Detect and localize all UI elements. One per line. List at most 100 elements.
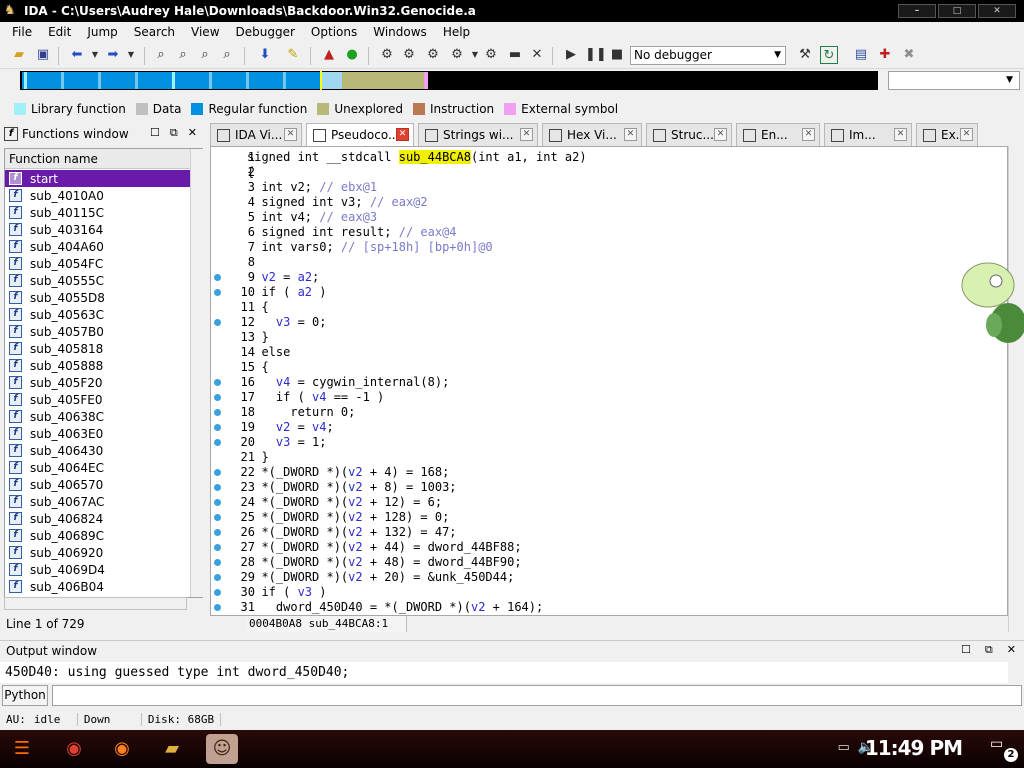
menu-options[interactable]: Options <box>303 25 365 39</box>
tab-enums[interactable]: En... ✕ <box>736 123 820 146</box>
function-name-column-header[interactable]: Function name <box>5 149 190 169</box>
play-icon[interactable]: ▶ <box>562 46 580 64</box>
close-tab-icon[interactable]: ✕ <box>396 128 409 141</box>
down-arrow-icon[interactable]: ⬇ <box>256 46 274 64</box>
chrome-icon[interactable]: ◉ <box>58 734 90 764</box>
code-line[interactable]: 14 else <box>211 345 1001 360</box>
code-line[interactable]: 3 int v2; // ebx@1 <box>211 180 1001 195</box>
text-search-icon[interactable]: ⌕ <box>174 46 192 64</box>
close-tab-icon[interactable]: ✕ <box>284 128 297 141</box>
maximize-button[interactable]: □ <box>938 4 976 18</box>
code-line[interactable]: 4 signed int v3; // eax@2 <box>211 195 1001 210</box>
code-line[interactable]: 25 *(_DWORD *)(v2 + 128) = 0; <box>211 510 1001 525</box>
breakpoint-dot-icon[interactable] <box>214 589 221 596</box>
ida-taskbar-icon[interactable]: ☺ <box>206 734 238 764</box>
menu-file[interactable]: File <box>4 25 40 39</box>
debugger-select[interactable]: No debugger ▼ <box>630 46 786 65</box>
function-list-item[interactable]: f sub_406824 <box>5 510 190 527</box>
function-list-item[interactable]: f sub_405888 <box>5 357 190 374</box>
functions-horizontal-scrollbar[interactable] <box>4 597 187 610</box>
navigation-band[interactable] <box>20 71 878 90</box>
back-arrow-icon[interactable]: ⬅ <box>68 46 86 64</box>
close-icon[interactable]: ✕ <box>188 126 197 140</box>
make-array-icon[interactable]: ⚙ <box>448 46 466 64</box>
notifications-icon[interactable]: ▭ 2 <box>990 736 1018 762</box>
menu-debugger[interactable]: Debugger <box>228 25 303 39</box>
function-list-item[interactable]: f sub_4067AC <box>5 493 190 510</box>
code-line[interactable]: 10 if ( a2 ) <box>211 285 1001 300</box>
function-list-item[interactable]: f sub_40115C <box>5 204 190 221</box>
code-line[interactable]: 8 <box>211 255 1001 270</box>
breakpoint-dot-icon[interactable] <box>214 604 221 611</box>
delete-icon[interactable]: ✕ <box>528 46 546 64</box>
breakpoint-dot-icon[interactable] <box>214 499 221 506</box>
function-list-item[interactable]: f sub_404A60 <box>5 238 190 255</box>
close-tab-icon[interactable]: ✕ <box>624 128 637 141</box>
code-line[interactable]: 30 if ( v3 ) <box>211 585 1001 600</box>
search-immediate-icon[interactable]: ⌕ <box>218 46 236 64</box>
code-line[interactable]: 2{ <box>211 165 1001 180</box>
make-struct-icon[interactable]: ⚙ <box>482 46 500 64</box>
breakpoint-dot-icon[interactable] <box>214 409 221 416</box>
menu-search[interactable]: Search <box>126 25 183 39</box>
function-list-item[interactable]: f sub_4010A0 <box>5 187 190 204</box>
save-icon[interactable]: ▣ <box>34 46 52 64</box>
pseudocode-view[interactable]: 1 signed int __stdcall sub_44BCA8(int a1,… <box>210 146 1008 616</box>
tab-pseudocode[interactable]: Pseudoco... ✕ <box>306 123 414 146</box>
tab-strings[interactable]: Strings wi... ✕ <box>418 123 538 146</box>
float-icon[interactable]: ⧉ <box>170 126 178 140</box>
breakpoint-dot-icon[interactable] <box>214 424 221 431</box>
breakpoint-dot-icon[interactable] <box>214 319 221 326</box>
menu-windows[interactable]: Windows <box>365 25 435 39</box>
restore-icon[interactable]: ☐ <box>961 643 971 657</box>
stop-icon[interactable]: ■ <box>608 46 626 64</box>
code-line[interactable]: 16 v4 = cygwin_internal(8); <box>211 375 1001 390</box>
function-list-item[interactable]: f sub_4064EC <box>5 459 190 476</box>
function-list-item[interactable]: f sub_4057B0 <box>5 323 190 340</box>
binary-search-icon[interactable]: ⌕ <box>152 46 170 64</box>
make-code-icon[interactable]: ⚙ <box>378 46 396 64</box>
code-line[interactable]: 18 return 0; <box>211 405 1001 420</box>
make-data-icon[interactable]: ⚙ <box>400 46 418 64</box>
close-tab-icon[interactable]: ✕ <box>520 128 533 141</box>
code-line[interactable]: 19 v2 = v4; <box>211 420 1001 435</box>
tab-exports[interactable]: Ex... ✕ <box>916 123 978 146</box>
function-list-item[interactable]: f sub_406570 <box>5 476 190 493</box>
delete-breakpoint-icon[interactable]: ✖ <box>900 46 918 64</box>
tab-ida-view[interactable]: IDA Vi... ✕ <box>210 123 302 146</box>
menu-jump[interactable]: Jump <box>79 25 125 39</box>
float-icon[interactable]: ⧉ <box>985 643 993 657</box>
function-list-item[interactable]: f sub_403164 <box>5 221 190 238</box>
breakpoint-dot-icon[interactable] <box>214 559 221 566</box>
breakpoint-dot-icon[interactable] <box>214 484 221 491</box>
tab-structures[interactable]: Struc... ✕ <box>646 123 732 146</box>
code-line[interactable]: 27 *(_DWORD *)(v2 + 44) = dword_44BF88; <box>211 540 1001 555</box>
menu-help[interactable]: Help <box>435 25 478 39</box>
breakpoint-dot-icon[interactable] <box>214 289 221 296</box>
pause-icon[interactable]: ❚❚ <box>585 46 607 64</box>
function-list-item[interactable]: f start <box>5 170 190 187</box>
forward-arrow-icon[interactable]: ➡ <box>104 46 122 64</box>
breakpoint-dot-icon[interactable] <box>214 544 221 551</box>
close-tab-icon[interactable]: ✕ <box>960 128 973 141</box>
close-tab-icon[interactable]: ✕ <box>802 128 815 141</box>
debugger-options-icon[interactable]: ⚒ <box>796 46 814 64</box>
function-list-item[interactable]: f sub_4055D8 <box>5 289 190 306</box>
breakpoint-dot-icon[interactable] <box>214 574 221 581</box>
close-tab-icon[interactable]: ✕ <box>714 128 727 141</box>
function-list-item[interactable]: f sub_4054FC <box>5 255 190 272</box>
firefox-icon[interactable]: ◉ <box>106 734 138 764</box>
code-line[interactable]: 13 } <box>211 330 1001 345</box>
breakpoint-dot-icon[interactable] <box>214 469 221 476</box>
function-list-item[interactable]: f sub_406920 <box>5 544 190 561</box>
code-line[interactable]: 17 if ( v4 == -1 ) <box>211 390 1001 405</box>
code-line[interactable]: 31 dword_450D40 = *(_DWORD *)(v2 + 164); <box>211 600 1001 615</box>
code-line[interactable]: 24 *(_DWORD *)(v2 + 12) = 6; <box>211 495 1001 510</box>
function-list-item[interactable]: f sub_40689C <box>5 527 190 544</box>
file-explorer-icon[interactable]: ▰ <box>156 734 188 764</box>
code-line[interactable]: 5 int v4; // eax@3 <box>211 210 1001 225</box>
function-list-item[interactable]: f sub_40563C <box>5 306 190 323</box>
graph-overview-icon[interactable]: ▲ <box>320 46 338 64</box>
back-dropdown-icon[interactable]: ▼ <box>86 46 104 64</box>
code-line[interactable]: 11 { <box>211 300 1001 315</box>
